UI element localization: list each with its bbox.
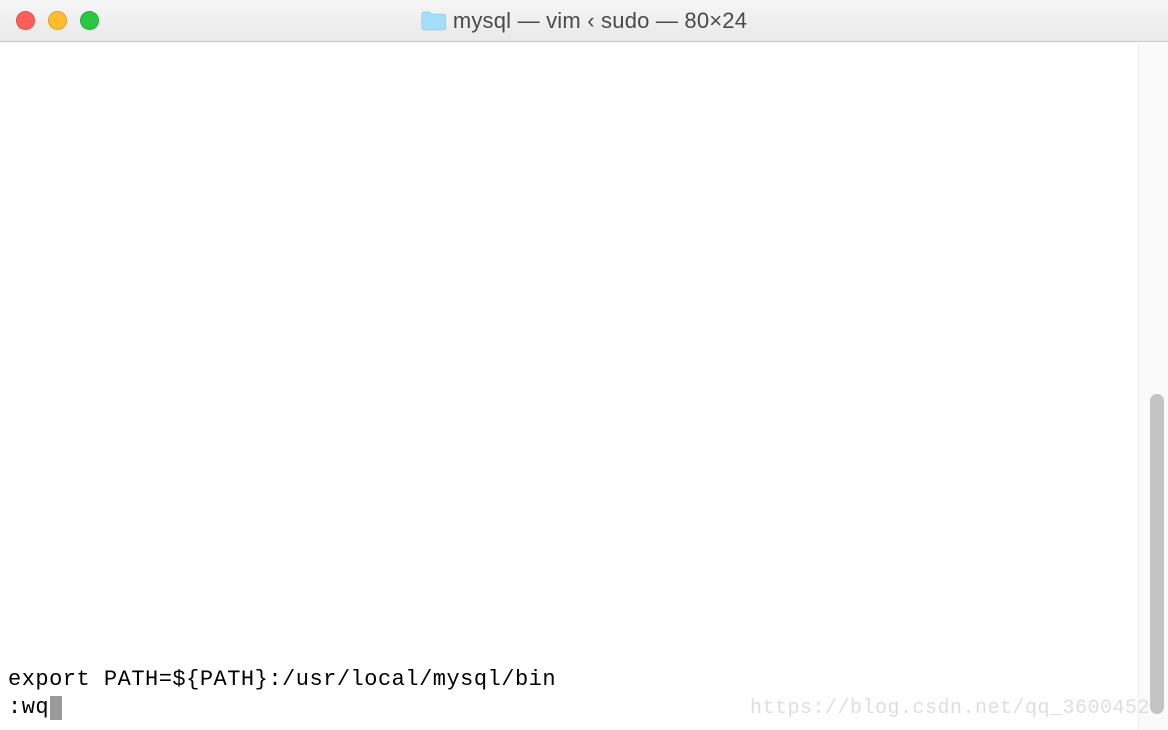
window-titlebar: mysql — vim ‹ sudo — 80×24 — [0, 0, 1168, 42]
traffic-lights — [0, 11, 99, 30]
close-button[interactable] — [16, 11, 35, 30]
maximize-button[interactable] — [80, 11, 99, 30]
window-title: mysql — vim ‹ sudo — 80×24 — [421, 8, 747, 34]
terminal-line: export PATH=${PATH}:/usr/local/mysql/bin — [8, 666, 1130, 694]
vim-command-line: :wq — [8, 694, 1130, 722]
window-title-text: mysql — vim ‹ sudo — 80×24 — [453, 8, 747, 34]
scrollbar-track[interactable] — [1138, 44, 1168, 730]
minimize-button[interactable] — [48, 11, 67, 30]
vim-command-text: :wq — [8, 694, 49, 722]
terminal-cursor — [50, 696, 62, 720]
scrollbar-thumb[interactable] — [1150, 394, 1164, 714]
folder-icon — [421, 11, 447, 31]
terminal-viewport[interactable]: export PATH=${PATH}:/usr/local/mysql/bin… — [0, 44, 1138, 730]
terminal-content: export PATH=${PATH}:/usr/local/mysql/bin… — [8, 666, 1130, 722]
